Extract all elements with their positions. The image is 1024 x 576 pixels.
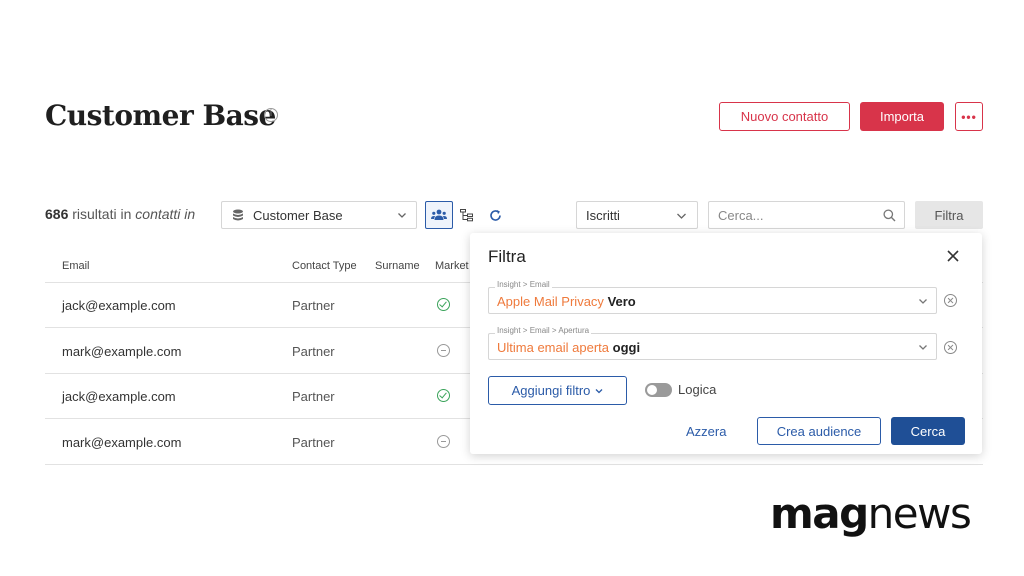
chevron-down-icon bbox=[919, 299, 927, 304]
create-audience-button[interactable]: Crea audience bbox=[757, 417, 881, 445]
column-header-marketing[interactable]: Market bbox=[435, 260, 469, 272]
add-filter-button[interactable]: Aggiungi filtro bbox=[488, 376, 627, 405]
column-header-email[interactable]: Email bbox=[62, 260, 90, 272]
column-header-contact-type[interactable]: Contact Type bbox=[292, 260, 357, 272]
toggle-knob bbox=[647, 385, 657, 395]
logic-label: Logica bbox=[678, 382, 717, 397]
database-select[interactable]: Customer Base bbox=[221, 201, 417, 229]
filter-path-label: Insight > Email > Apertura bbox=[495, 326, 592, 335]
table-row-type: Partner bbox=[292, 298, 335, 313]
minus-circle-icon bbox=[437, 344, 450, 357]
magnews-logo: magnews bbox=[770, 493, 972, 535]
hierarchy-view-button[interactable] bbox=[453, 201, 481, 229]
table-row-email[interactable]: jack@example.com bbox=[62, 298, 176, 313]
filter-condition-1[interactable]: Insight > Email Apple Mail Privacy Vero bbox=[488, 280, 937, 314]
filter-panel: Filtra Insight > Email Apple Mail Privac… bbox=[470, 233, 982, 454]
results-mid-text: risultati in bbox=[72, 206, 132, 222]
chevron-down-icon bbox=[595, 388, 603, 393]
logo-news: news bbox=[867, 489, 972, 538]
filter-value: oggi bbox=[612, 340, 641, 355]
check-circle-icon bbox=[437, 298, 450, 311]
info-icon[interactable]: i bbox=[264, 108, 278, 122]
add-filter-label: Aggiungi filtro bbox=[511, 383, 591, 398]
filter-path-label: Insight > Email bbox=[495, 280, 552, 289]
search-icon[interactable] bbox=[883, 209, 896, 222]
filter-button[interactable]: Filtra bbox=[915, 201, 983, 229]
remove-filter-icon[interactable] bbox=[944, 294, 957, 307]
filter-condition-2[interactable]: Insight > Email > Apertura Ultima email … bbox=[488, 326, 937, 360]
table-row-type: Partner bbox=[292, 344, 335, 359]
search-input[interactable]: Cerca... bbox=[708, 201, 905, 229]
refresh-button[interactable] bbox=[481, 201, 509, 229]
new-contact-button[interactable]: Nuovo contatto bbox=[719, 102, 850, 131]
reset-link[interactable]: Azzera bbox=[686, 424, 726, 439]
table-row-type: Partner bbox=[292, 389, 335, 404]
database-select-value: Customer Base bbox=[253, 207, 343, 223]
row-divider bbox=[45, 464, 983, 465]
table-row-email[interactable]: mark@example.com bbox=[62, 344, 181, 359]
chevron-down-icon bbox=[919, 345, 927, 350]
database-icon bbox=[233, 209, 243, 221]
search-placeholder: Cerca... bbox=[718, 207, 764, 223]
contacts-view-button[interactable] bbox=[425, 201, 453, 229]
table-row-email[interactable]: mark@example.com bbox=[62, 435, 181, 450]
import-button[interactable]: Importa bbox=[860, 102, 944, 131]
status-select-value: Iscritti bbox=[586, 207, 620, 223]
table-row-type: Partner bbox=[292, 435, 335, 450]
search-button[interactable]: Cerca bbox=[891, 417, 965, 445]
close-icon[interactable] bbox=[944, 247, 962, 265]
chevron-down-icon bbox=[677, 213, 686, 219]
table-row-email[interactable]: jack@example.com bbox=[62, 389, 176, 404]
more-options-button[interactable]: ••• bbox=[955, 102, 983, 131]
results-scope-text: contatti in bbox=[135, 206, 196, 222]
refresh-icon bbox=[489, 209, 501, 221]
chevron-down-icon bbox=[398, 213, 406, 218]
filter-key: Ultima email aperta bbox=[497, 340, 609, 355]
logic-toggle[interactable] bbox=[645, 383, 672, 397]
results-count: 686 bbox=[45, 206, 69, 222]
minus-circle-icon bbox=[437, 435, 450, 448]
results-summary: 686 risultati in contatti in bbox=[45, 206, 195, 222]
logo-mag: mag bbox=[770, 489, 869, 538]
check-circle-icon bbox=[437, 389, 450, 402]
hierarchy-icon bbox=[460, 208, 473, 221]
filter-panel-title: Filtra bbox=[488, 247, 526, 266]
filter-value: Vero bbox=[607, 294, 636, 309]
filter-key: Apple Mail Privacy bbox=[497, 294, 604, 309]
remove-filter-icon[interactable] bbox=[944, 341, 957, 354]
status-select[interactable]: Iscritti bbox=[576, 201, 698, 229]
page-title: Customer Base bbox=[45, 99, 276, 132]
column-header-surname[interactable]: Surname bbox=[375, 260, 420, 272]
users-icon bbox=[431, 209, 447, 220]
